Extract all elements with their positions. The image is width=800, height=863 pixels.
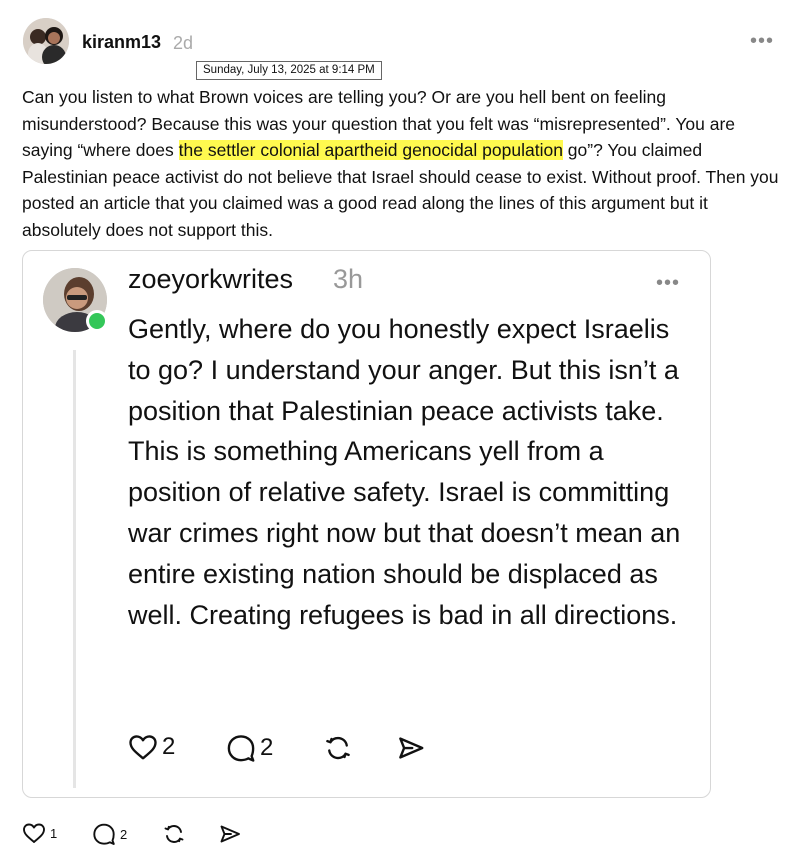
online-status-indicator bbox=[86, 310, 108, 332]
quote-age: 3h bbox=[333, 264, 364, 294]
thread-line bbox=[73, 350, 76, 788]
reply-count: 2 bbox=[260, 734, 274, 761]
post-text: Can you listen to what Brown voices are … bbox=[22, 84, 782, 243]
more-icon[interactable]: ••• bbox=[656, 272, 680, 295]
quote-username[interactable]: zoeyorkwrites bbox=[128, 264, 293, 295]
repost-icon bbox=[326, 736, 350, 760]
reply-button[interactable]: 2 bbox=[92, 822, 127, 846]
heart-icon bbox=[129, 735, 157, 760]
more-icon[interactable]: ••• bbox=[750, 30, 774, 53]
post-age: 2d bbox=[173, 33, 194, 53]
timestamp-tooltip: Sunday, July 13, 2025 at 9:14 PM bbox=[196, 61, 382, 80]
like-count: 1 bbox=[50, 825, 58, 841]
repost-button[interactable] bbox=[323, 733, 353, 763]
comment-icon bbox=[227, 735, 255, 762]
like-count: 2 bbox=[162, 733, 176, 760]
like-button[interactable]: 1 bbox=[22, 822, 57, 844]
reply-button[interactable]: 2 bbox=[226, 733, 273, 763]
highlighted-text: the settler colonial apartheid genocidal… bbox=[178, 140, 563, 160]
username[interactable]: kiranm13 bbox=[82, 32, 161, 53]
avatar[interactable] bbox=[23, 18, 69, 64]
share-button[interactable] bbox=[396, 733, 426, 763]
repost-button[interactable] bbox=[162, 822, 186, 846]
reply-count: 2 bbox=[120, 826, 128, 842]
like-button[interactable]: 2 bbox=[128, 733, 175, 761]
comment-icon bbox=[93, 823, 115, 845]
share-icon bbox=[220, 825, 240, 843]
quote-text: Gently, where do you honestly expect Isr… bbox=[128, 314, 681, 630]
share-button[interactable] bbox=[218, 822, 242, 846]
repost-icon bbox=[164, 825, 184, 843]
share-icon bbox=[399, 737, 424, 759]
heart-icon bbox=[23, 823, 45, 843]
